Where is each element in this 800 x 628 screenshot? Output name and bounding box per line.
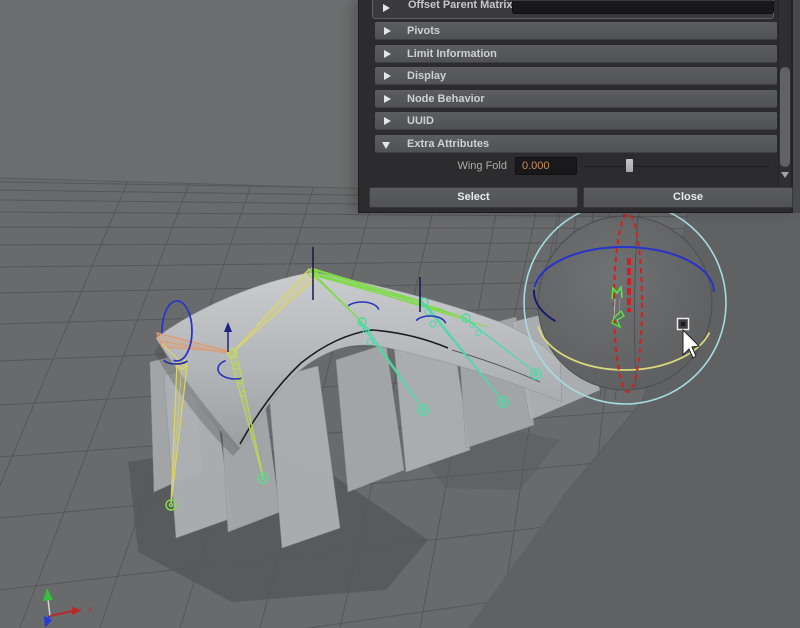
panel-right-edge xyxy=(791,0,800,213)
section-header-node-behavior[interactable]: Node Behavior xyxy=(375,90,777,108)
wing-fold-value-field[interactable]: 0.000 xyxy=(515,157,577,175)
section-header-extra-attributes[interactable]: Extra Attributes xyxy=(375,135,777,153)
expanded-arrow-icon xyxy=(382,142,390,149)
section-label: Extra Attributes xyxy=(407,138,489,150)
close-button[interactable]: Close xyxy=(583,187,793,208)
scrollbar-thumb[interactable] xyxy=(780,67,790,167)
collapsed-arrow-icon xyxy=(384,72,391,80)
section-label: Offset Parent Matrix xyxy=(408,0,513,11)
collapsed-arrow-icon xyxy=(384,50,391,58)
select-button[interactable]: Select xyxy=(369,187,578,208)
section-header-uuid[interactable]: UUID xyxy=(375,112,777,130)
collapsed-arrow-icon xyxy=(384,27,391,35)
section-header-limit-information[interactable]: Limit Information xyxy=(375,45,777,63)
scrollbar[interactable] xyxy=(778,0,791,186)
collapsed-arrow-icon xyxy=(384,117,391,125)
section-label: Display xyxy=(407,70,446,82)
section-label: Pivots xyxy=(407,25,440,37)
section-header-display[interactable]: Display xyxy=(375,67,777,85)
section-header-offset-parent-matrix[interactable]: Offset Parent Matrix xyxy=(372,0,774,19)
scrollbar-down-arrow-icon[interactable] xyxy=(781,172,789,178)
manip-sphere xyxy=(538,216,712,390)
wing-fold-label: Wing Fold xyxy=(379,160,507,172)
attribute-editor-panel: Offset Parent Matrix Pivots Limit Inform… xyxy=(358,0,800,213)
wing-fold-slider-track[interactable] xyxy=(584,166,770,168)
section-label: UUID xyxy=(407,115,434,127)
wing-fold-slider-handle[interactable] xyxy=(625,158,634,173)
collapsed-arrow-icon xyxy=(384,95,391,103)
section-label: Limit Information xyxy=(407,48,497,60)
section-header-pivots[interactable]: Pivots xyxy=(375,22,777,40)
collapsed-arrow-icon xyxy=(383,4,390,12)
offset-parent-matrix-field xyxy=(512,1,774,14)
section-label: Node Behavior xyxy=(407,93,485,105)
axis-x-label: x xyxy=(88,604,93,614)
maya-viewport-window: x Offset Parent Matrix Pivots Limit Info… xyxy=(0,0,800,628)
